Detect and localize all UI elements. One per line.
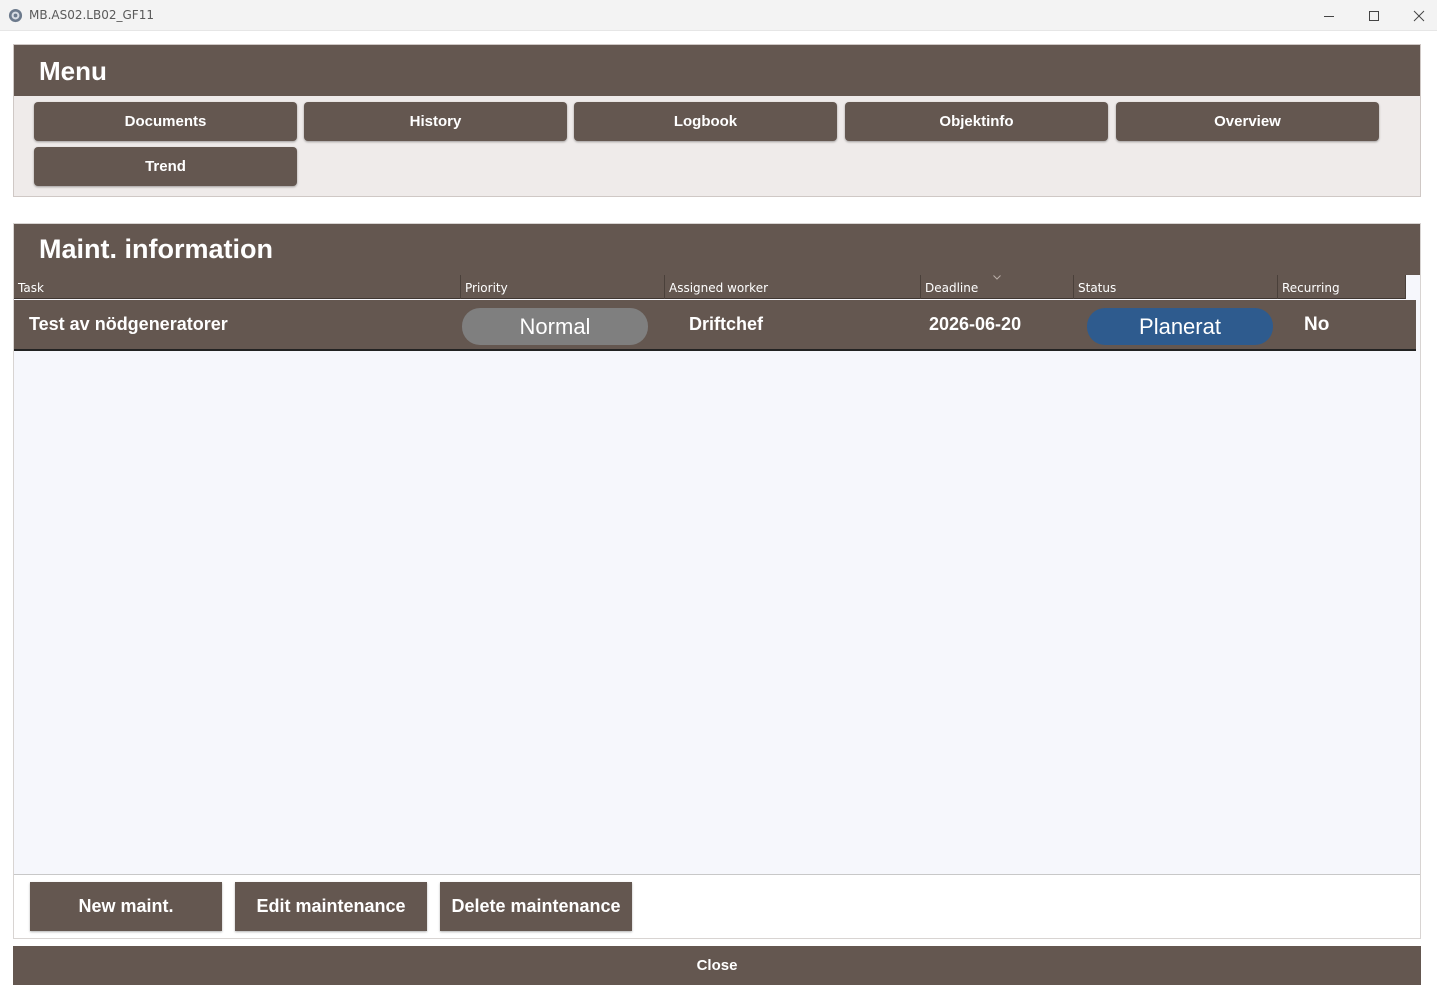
window-close-button[interactable] (1396, 0, 1437, 31)
overview-button[interactable]: Overview (1116, 102, 1379, 141)
column-header-priority[interactable]: Priority (461, 275, 665, 299)
sort-descending-icon (993, 275, 1001, 280)
maint-title: Maint. information (39, 234, 273, 264)
minimize-button[interactable] (1306, 0, 1352, 31)
cell-task: Test av nödgeneratorer (29, 314, 228, 334)
logbook-button[interactable]: Logbook (574, 102, 837, 141)
menu-title: Menu (39, 56, 107, 86)
window-title: MB.AS02.LB02_GF11 (29, 8, 154, 22)
cell-recurring: No (1304, 313, 1330, 335)
cell-deadline: 2026-06-20 (929, 314, 1022, 334)
column-header-assigned-worker[interactable]: Assigned worker (665, 275, 921, 299)
priority-badge: Normal (462, 308, 648, 345)
maximize-button[interactable] (1351, 0, 1397, 31)
new-maint-button[interactable]: New maint. (30, 882, 222, 931)
cell-assigned-worker: Driftchef (689, 314, 764, 334)
close-button[interactable]: Close (13, 946, 1421, 985)
trend-button[interactable]: Trend (34, 147, 297, 186)
edit-maintenance-button[interactable]: Edit maintenance (235, 882, 427, 931)
menu-header: Menu (14, 45, 1420, 96)
minimize-icon (1324, 15, 1334, 17)
maint-information-panel: Maint. information Task Priority Assigne… (13, 223, 1421, 939)
column-header-task[interactable]: Task (14, 275, 461, 299)
column-header-recurring[interactable]: Recurring (1278, 275, 1406, 299)
app-gear-icon (8, 8, 23, 23)
maint-header: Maint. information (14, 224, 1420, 275)
history-button[interactable]: History (304, 102, 567, 141)
menu-panel: Menu Documents History Logbook Objektinf… (13, 44, 1421, 197)
close-icon (1413, 10, 1425, 21)
maximize-icon (1369, 10, 1379, 21)
grid-header-row: Task Priority Assigned worker Deadline S… (14, 275, 1406, 299)
objektinfo-button[interactable]: Objektinfo (845, 102, 1108, 141)
delete-maintenance-button[interactable]: Delete maintenance (440, 882, 632, 931)
maintenance-grid: Task Priority Assigned worker Deadline S… (14, 275, 1420, 875)
table-row[interactable]: Test av nödgeneratorer Normal Driftchef … (14, 300, 1416, 351)
window-titlebar: MB.AS02.LB02_GF11 (0, 0, 1437, 31)
column-header-status[interactable]: Status (1074, 275, 1278, 299)
status-badge: Planerat (1087, 308, 1273, 345)
documents-button[interactable]: Documents (34, 102, 297, 141)
